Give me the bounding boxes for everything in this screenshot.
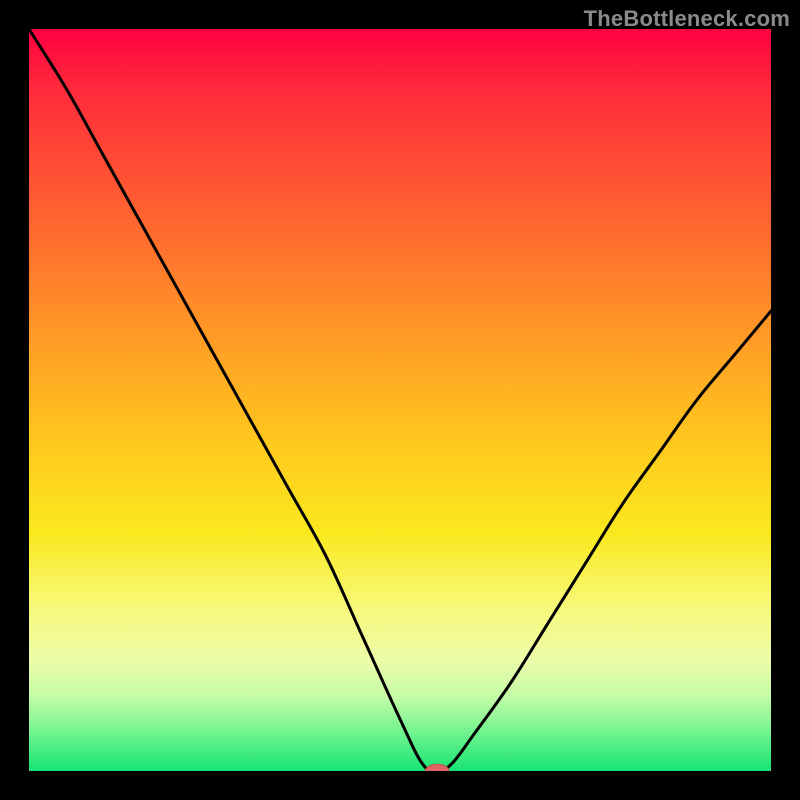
chart-frame: TheBottleneck.com	[0, 0, 800, 800]
bottleneck-curve	[29, 29, 771, 771]
plot-area	[29, 29, 771, 771]
curve-layer	[29, 29, 771, 771]
watermark-text: TheBottleneck.com	[584, 6, 790, 32]
optimal-point-marker	[425, 764, 449, 771]
